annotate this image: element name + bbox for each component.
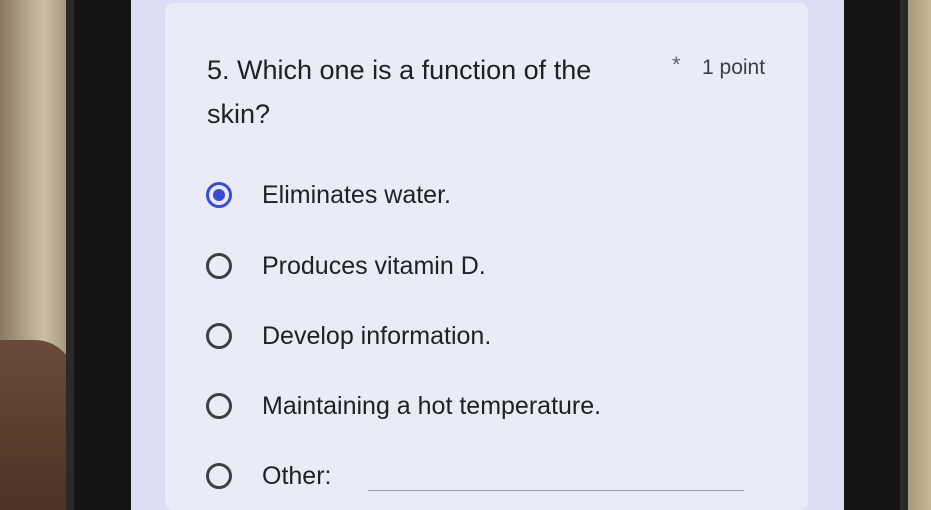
option-produces-vitamin-d[interactable]: Produces vitamin D.: [206, 246, 486, 286]
option-other[interactable]: Other:: [206, 456, 331, 496]
option-label: Other:: [262, 461, 332, 490]
other-text-input[interactable]: [368, 490, 744, 491]
required-indicator: *: [672, 52, 681, 77]
option-label: Develop information.: [262, 321, 492, 350]
option-label: Produces vitamin D.: [262, 251, 486, 280]
radio-empty-icon[interactable]: [206, 323, 232, 349]
question-title: 5. Which one is a function of the skin?: [207, 55, 592, 129]
points-label: 1 point: [702, 56, 766, 79]
option-label: Maintaining a hot temperature.: [262, 391, 602, 420]
radio-selected-icon[interactable]: [206, 182, 232, 208]
option-label: Eliminates water.: [262, 180, 451, 209]
radio-empty-icon[interactable]: [206, 253, 232, 279]
radio-empty-icon[interactable]: [206, 393, 232, 419]
background-hand: [0, 340, 75, 510]
option-maintaining-hot-temperature[interactable]: Maintaining a hot temperature.: [206, 386, 601, 426]
option-develop-information[interactable]: Develop information.: [206, 316, 491, 356]
radio-empty-icon[interactable]: [206, 463, 232, 489]
option-eliminates-water[interactable]: Eliminates water.: [206, 175, 451, 215]
